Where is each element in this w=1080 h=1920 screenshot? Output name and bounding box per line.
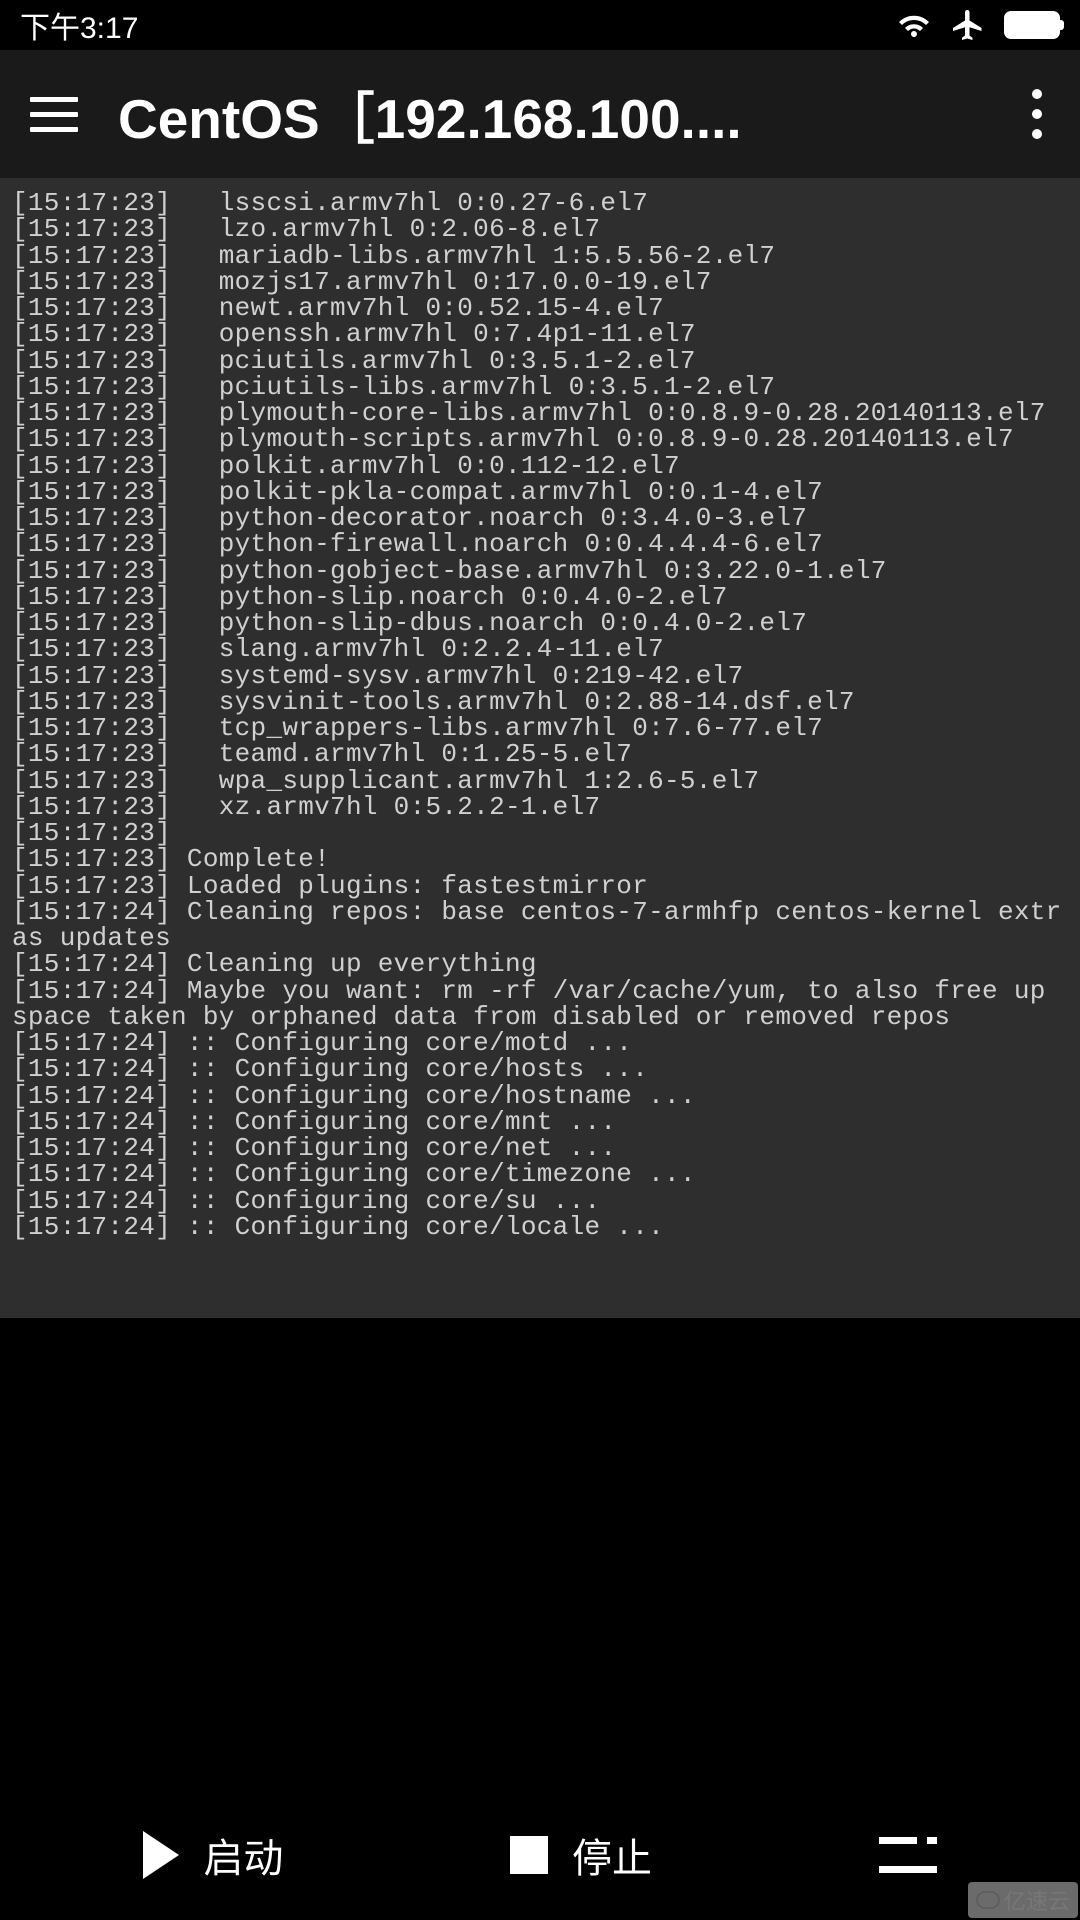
airplane-mode-icon bbox=[950, 7, 986, 43]
stop-label: 停止 bbox=[572, 1826, 652, 1884]
wifi-icon bbox=[896, 7, 932, 43]
stop-icon bbox=[510, 1836, 548, 1874]
status-icons bbox=[896, 7, 1060, 43]
more-options-icon[interactable] bbox=[1024, 81, 1050, 147]
play-icon bbox=[143, 1831, 179, 1879]
status-bar: 下午3:17 bbox=[0, 0, 1080, 50]
battery-icon bbox=[1004, 11, 1060, 39]
page-title: CentOS［192.168.100.... bbox=[118, 74, 984, 154]
status-time: 下午3:17 bbox=[20, 3, 138, 47]
sliders-icon bbox=[879, 1829, 937, 1881]
bottom-toolbar: 启动 停止 bbox=[0, 1790, 1080, 1920]
start-button[interactable]: 启动 bbox=[143, 1826, 283, 1884]
stop-button[interactable]: 停止 bbox=[510, 1826, 652, 1884]
settings-button[interactable] bbox=[879, 1829, 937, 1881]
app-toolbar: CentOS［192.168.100.... bbox=[0, 50, 1080, 178]
terminal-output[interactable]: [15:17:23] lsscsi.armv7hl 0:0.27-6.el7 [… bbox=[0, 178, 1080, 1318]
cloud-icon bbox=[976, 1891, 1000, 1909]
menu-icon[interactable] bbox=[30, 90, 78, 138]
watermark: 亿速云 bbox=[968, 1882, 1078, 1918]
start-label: 启动 bbox=[203, 1826, 283, 1884]
watermark-text: 亿速云 bbox=[1004, 1884, 1070, 1916]
